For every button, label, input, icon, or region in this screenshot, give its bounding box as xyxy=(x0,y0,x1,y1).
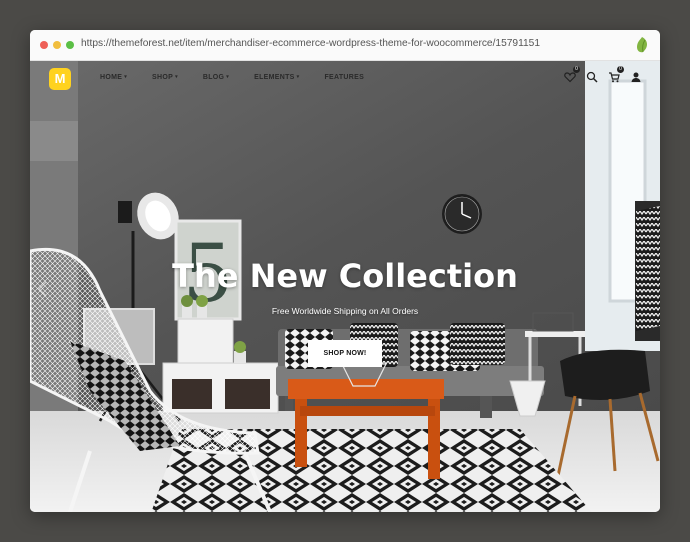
header-icons: 0 0 xyxy=(554,66,642,83)
site-header: M HOME ▾ SHOP ▾ BLOG ▾ ELEMENTS ▾ FEATURES 0 xyxy=(30,61,660,97)
menu-item-shop[interactable]: SHOP ▾ xyxy=(152,74,178,81)
account-icon[interactable] xyxy=(630,70,642,82)
wishlist-count-badge: 0 xyxy=(573,66,580,73)
site-logo[interactable]: M xyxy=(49,68,71,90)
menu-item-blog[interactable]: BLOG ▾ xyxy=(203,74,229,81)
browser-window: https://themeforest.net/item/merchandise… xyxy=(30,30,660,512)
hero-title: The New Collection xyxy=(172,257,518,295)
cart-icon[interactable]: 0 xyxy=(608,66,624,83)
chevron-down-icon: ▾ xyxy=(175,74,178,80)
leaf-icon[interactable] xyxy=(634,36,650,54)
cart-count-badge: 0 xyxy=(617,66,624,73)
browser-toolbar: https://themeforest.net/item/merchandise… xyxy=(30,30,660,61)
close-window-button[interactable] xyxy=(40,41,48,49)
website-viewport: 5 M HOME ▾ SHOP ▾ BLOG ▾ ELEMENTS ▾ FEAT… xyxy=(30,61,660,512)
shop-now-button[interactable]: SHOP NOW! xyxy=(308,340,382,367)
hero-subtitle: Free Worldwide Shipping on All Orders xyxy=(271,306,419,316)
chevron-down-icon: ▾ xyxy=(296,74,300,80)
search-icon[interactable] xyxy=(586,70,598,83)
menu-item-elements[interactable]: ELEMENTS ▾ xyxy=(254,74,299,81)
main-menu: HOME ▾ SHOP ▾ BLOG ▾ ELEMENTS ▾ FEATURES xyxy=(100,74,389,81)
address-bar[interactable]: https://themeforest.net/item/merchandise… xyxy=(81,38,540,49)
menu-item-features[interactable]: FEATURES xyxy=(324,74,364,81)
chevron-down-icon: ▾ xyxy=(226,74,230,80)
chevron-down-icon: ▾ xyxy=(124,74,128,80)
wishlist-heart-icon[interactable]: 0 xyxy=(564,66,580,83)
minimize-window-button[interactable] xyxy=(53,41,61,49)
maximize-window-button[interactable] xyxy=(66,41,74,49)
menu-item-home[interactable]: HOME ▾ xyxy=(100,74,127,81)
